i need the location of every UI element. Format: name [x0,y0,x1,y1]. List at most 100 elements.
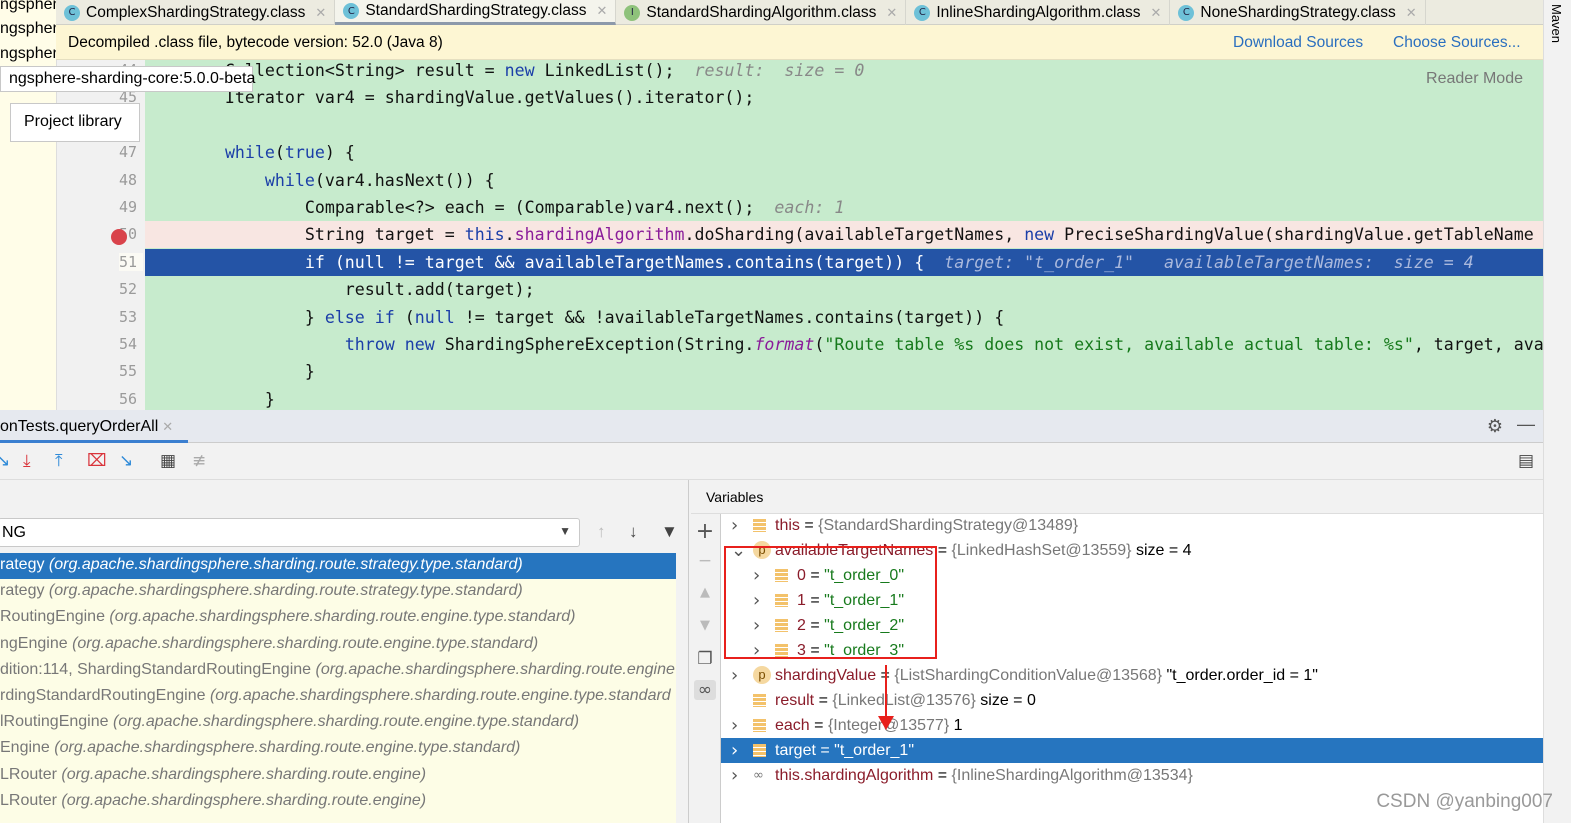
variable-row[interactable]: › each = {Integer@13577} 1 [721,713,1544,738]
copy-icon[interactable]: ❐ [694,649,716,669]
code-token: shardingAlgorithm [514,225,685,245]
tree-item[interactable]: ngsphen [0,45,56,63]
variable-type: {LinkedHashSet@13559} [951,542,1132,559]
library-type-tooltip: Project library [10,103,140,142]
close-icon[interactable]: ✕ [162,419,173,434]
frame-row[interactable]: lRoutingEngine (org.apache.shardingspher… [0,710,676,736]
maven-tool-button[interactable]: Maven [1549,4,1564,43]
frame-row[interactable]: LRouter (org.apache.shardingsphere.shard… [0,763,676,789]
tree-item[interactable]: ngsphen [0,0,56,14]
debug-tabs: onTests.queryOrderAll ✕ ⚙ — [0,410,1543,443]
variable-type: {LinkedList@13576} [832,692,976,709]
tree-item[interactable]: ngsphen [0,20,56,38]
move-down-icon[interactable]: ▼ [694,618,716,633]
chevron-right-icon[interactable]: › [731,713,738,738]
watches-glasses-icon[interactable]: ∞ [694,680,716,700]
variable-row[interactable]: › this = {StandardShardingStrategy@13489} [721,513,1544,538]
close-icon[interactable]: ✕ [1406,5,1417,21]
choose-sources-link[interactable]: Choose Sources... [1393,34,1521,52]
remove-watch-icon[interactable]: − [694,551,716,571]
step-into-icon[interactable]: ⤓ [23,451,31,471]
chevron-right-icon[interactable]: › [731,663,738,688]
watermark: CSDN @yanbing007 [1376,791,1553,812]
close-icon[interactable]: ✕ [315,5,326,21]
frames-list[interactable]: rategy (org.apache.shardingsphere.shardi… [0,553,676,823]
trace-stream-icon[interactable]: ≢ [192,451,206,471]
tab-1[interactable]: C StandardShardingStrategy.class ✕ [335,0,617,25]
frame-method: LRouter [0,791,57,809]
frame-row[interactable]: Engine (org.apache.shardingsphere.shardi… [0,736,676,762]
class-icon: C [1178,4,1195,21]
line-number: 52 [119,280,138,299]
drop-frame-icon[interactable]: ⌧ [87,451,107,471]
evaluate-expression-icon[interactable]: ▦ [160,451,176,471]
chevron-right-icon[interactable]: › [731,763,738,788]
code-token: null [414,307,455,327]
line-number: 48 [119,170,138,189]
frame-row[interactable]: ngEngine (org.apache.shardingsphere.shar… [0,632,676,658]
close-icon[interactable]: ✕ [596,3,607,19]
line-number: 53 [119,307,138,326]
code-editor[interactable]: Reader Mode Collection<String> result = … [145,60,1543,410]
variables-header: Variables [691,480,1544,514]
step-over-icon[interactable]: ↘ [0,451,10,471]
filter-icon[interactable]: ▼ [661,522,678,542]
frame-row[interactable]: LRouter (org.apache.shardingsphere.shard… [0,789,676,815]
parameter-icon: p [753,666,771,684]
frame-row[interactable]: rategy (org.apache.shardingsphere.shardi… [0,579,676,605]
frame-row[interactable]: rdingStandardRoutingEngine (org.apache.s… [0,684,676,710]
variable-row[interactable]: result = {LinkedList@13576} size = 0 [721,688,1544,713]
next-frame-icon[interactable]: ↓ [629,522,638,542]
variable-text: this.shardingAlgorithm = {InlineSharding… [775,767,1193,784]
tab-2[interactable]: I StandardShardingAlgorithm.class ✕ [616,0,907,25]
chevron-right-icon[interactable]: › [731,738,738,763]
code-token: result: size = 0 [694,61,865,80]
frame-row[interactable]: rategy (org.apache.shardingsphere.shardi… [0,553,676,579]
gear-icon[interactable]: ⚙ [1487,416,1503,437]
variable-row[interactable]: › target = "t_order_1" [721,738,1544,763]
variable-text: result = {LinkedList@13576} size = 0 [775,692,1036,709]
code-line: } [145,358,1543,385]
close-icon[interactable]: ✕ [886,5,897,21]
tab-label: NoneShardingStrategy.class [1200,3,1396,21]
add-watch-icon[interactable]: + [694,519,716,544]
variables-title: Variables [706,489,764,505]
step-out-icon[interactable]: ⤒ [55,451,63,471]
code-token: this [464,225,505,245]
field-icon [753,694,766,707]
code-token: each: 1 [774,198,845,217]
variable-name: shardingValue [775,667,877,684]
run-to-cursor-icon[interactable]: ↘ [119,451,133,471]
frame-method: Engine [0,739,50,757]
frame-row[interactable]: RoutingEngine (org.apache.shardingsphere… [0,605,676,631]
field-icon [753,744,766,757]
frame-package: (org.apache.shardingsphere.sharding.rout… [109,608,576,626]
variable-row[interactable]: › ∞ this.shardingAlgorithm = {InlineShardi… [721,763,1544,788]
minimize-icon[interactable]: — [1517,414,1535,435]
move-up-icon[interactable]: ▲ [694,585,716,600]
variable-text: this = {StandardShardingStrategy@13489} [775,517,1079,534]
code-line: Collection<String> result = new LinkedLi… [145,60,1543,84]
annotation-highlight-box [724,546,937,659]
thread-select[interactable]: NG ▼ [0,518,580,547]
tab-0[interactable]: C ComplexShardingStrategy.class ✕ [56,0,336,25]
close-icon[interactable]: ✕ [1151,5,1162,21]
layout-icon[interactable]: ▤ [1518,451,1534,471]
tab-label: StandardShardingAlgorithm.class [646,3,877,21]
frame-method: LRouter [0,765,57,783]
variable-row[interactable]: › pshardingValue = {ListShardingCondition… [721,663,1544,688]
project-tree[interactable]: ngsphen ngsphen ngsphen [0,0,56,410]
previous-frame-icon[interactable]: ↑ [597,522,606,542]
frame-package: (org.apache.shardingsphere.sharding.rout… [61,765,427,783]
frame-row[interactable]: dition:114, ShardingStandardRoutingEngin… [0,658,676,684]
chevron-right-icon[interactable]: › [731,513,738,538]
variable-name: this [775,517,800,534]
tab-4[interactable]: C NoneShardingStrategy.class ✕ [1170,0,1426,25]
code-token: ShardingSphereException(String. [434,335,755,354]
tab-3[interactable]: C InlineShardingAlgorithm.class ✕ [906,0,1171,25]
debug-session-tab[interactable]: onTests.queryOrderAll ✕ [0,410,188,443]
download-sources-link[interactable]: Download Sources [1233,34,1363,52]
frames-panel: NG ▼ ↑ ↓ ▼ rategy (org.apache.shardingsph… [0,480,689,823]
